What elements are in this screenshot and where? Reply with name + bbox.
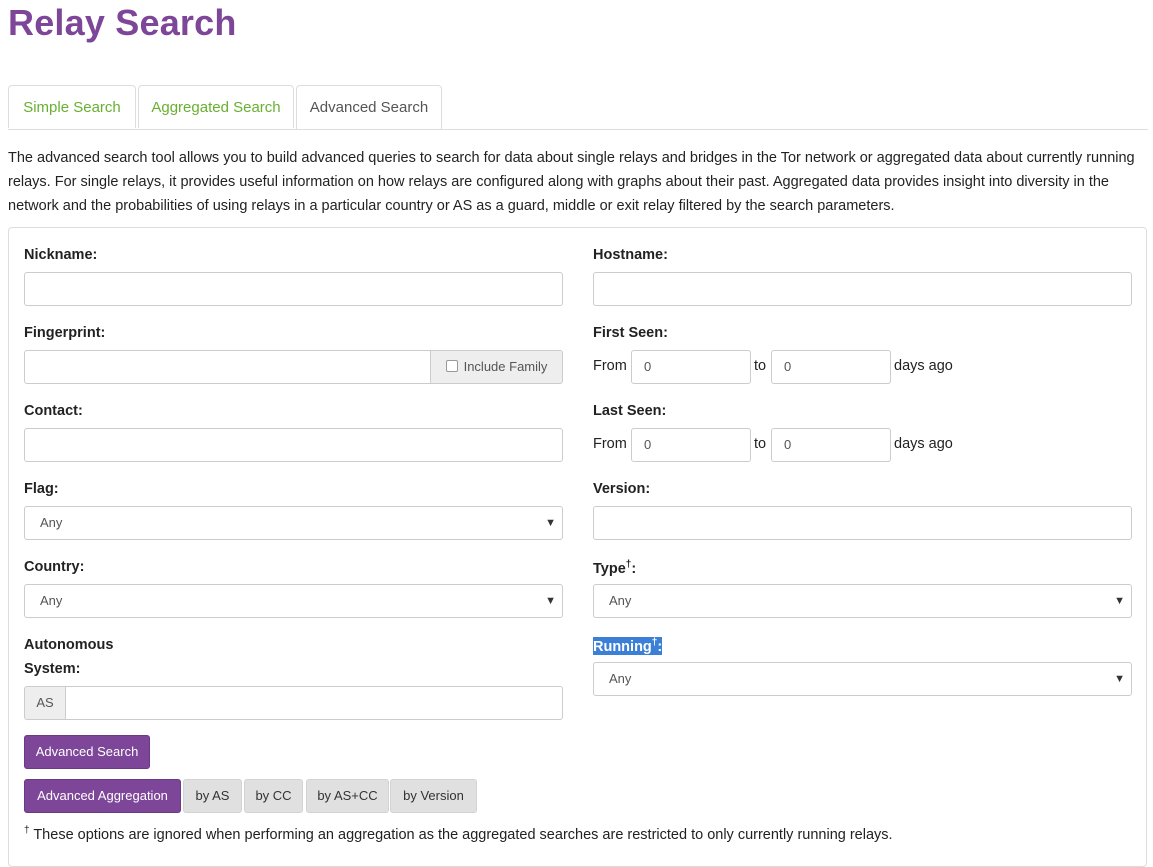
type-select-value: Any: [609, 593, 631, 608]
version-label: Version:: [593, 481, 650, 497]
chevron-down-icon: ▼: [545, 507, 556, 539]
hostname-label: Hostname:: [593, 247, 668, 263]
by-cc-button[interactable]: by CC: [244, 779, 303, 813]
by-as-cc-button[interactable]: by AS+CC: [306, 779, 389, 813]
country-select[interactable]: Any ▼: [24, 584, 563, 618]
page-title: Relay Search: [8, 2, 237, 44]
contact-input[interactable]: [24, 428, 563, 462]
last-seen-label: Last Seen:: [593, 403, 666, 419]
first-seen-to-input[interactable]: 0: [771, 350, 891, 384]
country-label: Country:: [24, 559, 84, 575]
last-seen-from-input[interactable]: 0: [631, 428, 751, 462]
advanced-search-button[interactable]: Advanced Search: [24, 735, 150, 769]
last-seen-days-ago: days ago: [894, 436, 953, 452]
fingerprint-label: Fingerprint:: [24, 325, 105, 341]
last-seen-to-label: to: [754, 436, 766, 452]
aggregation-footnote: † These options are ignored when perform…: [24, 825, 893, 843]
running-select-value: Any: [609, 671, 631, 686]
first-seen-to-label: to: [754, 358, 766, 374]
first-seen-from-label: From: [593, 358, 627, 374]
intro-text: The advanced search tool allows you to b…: [8, 146, 1148, 218]
by-version-button[interactable]: by Version: [390, 779, 477, 813]
type-label-colon: :: [631, 561, 636, 577]
version-input[interactable]: [593, 506, 1132, 540]
include-family-checkbox[interactable]: [446, 360, 458, 372]
first-seen-from-input[interactable]: 0: [631, 350, 751, 384]
last-seen-to-input[interactable]: 0: [771, 428, 891, 462]
footnote-text: These options are ignored when performin…: [30, 827, 893, 843]
first-seen-label: First Seen:: [593, 325, 668, 341]
include-family-label: Include Family: [464, 359, 548, 374]
running-label-colon: :: [657, 639, 662, 655]
contact-label: Contact:: [24, 403, 83, 419]
tab-simple-search[interactable]: Simple Search: [8, 85, 136, 128]
by-as-button[interactable]: by AS: [183, 779, 242, 813]
flag-select-value: Any: [40, 515, 62, 530]
search-tabs: Simple Search Aggregated Search Advanced…: [8, 85, 1148, 130]
advanced-search-form: Nickname: Hostname: Fingerprint: Include…: [8, 227, 1147, 867]
flag-label: Flag:: [24, 481, 59, 497]
type-select[interactable]: Any ▼: [593, 584, 1132, 618]
last-seen-from-label: From: [593, 436, 627, 452]
running-label-text: Running: [593, 639, 652, 655]
running-select[interactable]: Any ▼: [593, 662, 1132, 696]
tab-advanced-search[interactable]: Advanced Search: [296, 85, 442, 129]
nickname-input[interactable]: [24, 272, 563, 306]
as-prefix-addon: AS: [24, 686, 66, 720]
advanced-aggregation-button[interactable]: Advanced Aggregation: [24, 779, 181, 813]
hostname-input[interactable]: [593, 272, 1132, 306]
autonomous-system-input[interactable]: [65, 686, 563, 720]
chevron-down-icon: ▼: [545, 585, 556, 617]
type-label-text: Type: [593, 561, 626, 577]
first-seen-days-ago: days ago: [894, 358, 953, 374]
type-label: Type†:: [593, 559, 636, 577]
flag-select[interactable]: Any ▼: [24, 506, 563, 540]
chevron-down-icon: ▼: [1114, 585, 1125, 617]
nickname-label: Nickname:: [24, 247, 97, 263]
chevron-down-icon: ▼: [1114, 663, 1125, 695]
country-select-value: Any: [40, 593, 62, 608]
autonomous-system-label-line1: Autonomous: [24, 637, 113, 653]
running-label: Running†:: [593, 637, 662, 655]
autonomous-system-label-line2: System:: [24, 661, 80, 677]
fingerprint-input[interactable]: [24, 350, 431, 384]
tab-aggregated-search[interactable]: Aggregated Search: [138, 85, 294, 128]
include-family-addon[interactable]: Include Family: [430, 350, 563, 384]
